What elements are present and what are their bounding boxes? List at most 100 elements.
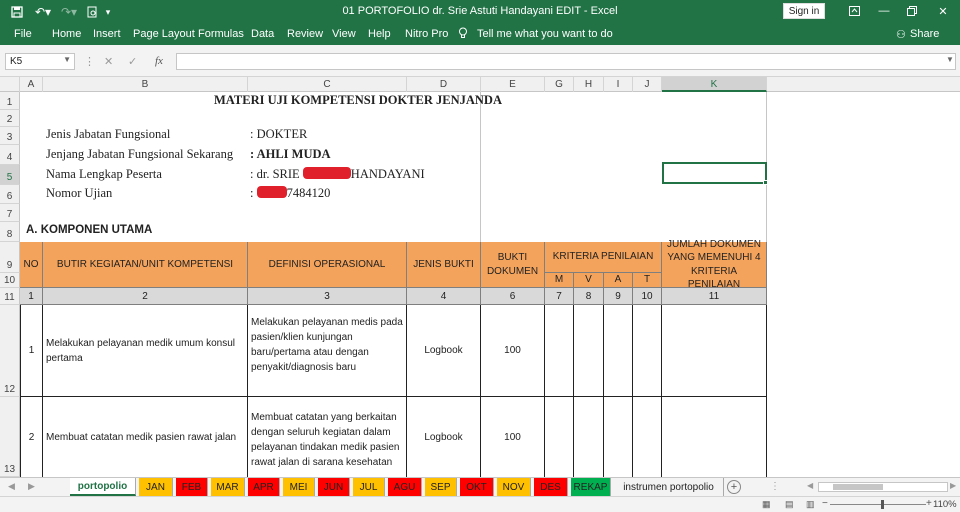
sheet-tab-instrumen-portopolio[interactable]: instrumen portopolio [614, 478, 724, 496]
row-header-2[interactable]: 2 [0, 110, 20, 127]
minimize-icon[interactable]: — [873, 3, 895, 19]
zoom-out-icon[interactable]: − [822, 498, 828, 509]
zoom-in-icon[interactable]: + [926, 498, 932, 509]
column-header-g[interactable]: G [545, 77, 574, 92]
column-header-i[interactable]: I [604, 77, 633, 92]
zoom-slider-knob[interactable] [881, 500, 884, 509]
page-break-view-icon[interactable]: ▥ [806, 499, 815, 510]
tab-review[interactable]: Review [287, 28, 323, 40]
sheet-tab-mei[interactable]: MEI [283, 478, 315, 496]
row2-t[interactable] [633, 397, 662, 477]
sheet-tab-nov[interactable]: NOV [497, 478, 531, 496]
zoom-slider[interactable] [830, 504, 926, 505]
row-header-8[interactable]: 8 [0, 222, 20, 242]
save-icon[interactable] [8, 3, 26, 21]
active-cell-k5[interactable] [662, 162, 768, 185]
row2-no[interactable]: 2 [20, 397, 43, 477]
row1-a[interactable] [604, 305, 633, 397]
row1-no[interactable]: 1 [20, 305, 43, 397]
row1-bukti[interactable]: 100 [481, 305, 545, 397]
redo-icon[interactable]: ↷▾ [58, 3, 80, 21]
row1-m[interactable] [545, 305, 574, 397]
tab-insert[interactable]: Insert [93, 28, 121, 40]
enter-icon[interactable]: ✓ [128, 55, 137, 68]
row-header-5[interactable]: 5 [0, 165, 20, 185]
row-header-10[interactable]: 10 [0, 273, 20, 288]
tab-file[interactable]: File [14, 28, 32, 40]
sheet-tab-jan[interactable]: JAN [139, 478, 173, 496]
horizontal-scrollbar[interactable] [818, 482, 948, 492]
name-box[interactable]: K5 ▼ [5, 53, 75, 70]
select-all-corner[interactable] [0, 77, 20, 92]
close-icon[interactable]: ✕ [932, 3, 954, 19]
formula-input[interactable] [176, 53, 956, 70]
column-header-a[interactable]: A [20, 77, 43, 92]
tab-view[interactable]: View [332, 28, 356, 40]
column-header-b[interactable]: B [43, 77, 248, 92]
row1-jumlah[interactable] [662, 305, 767, 397]
row1-v[interactable] [574, 305, 604, 397]
sheet-tab-portopolio[interactable]: portopolio [70, 478, 136, 496]
scroll-left-icon[interactable]: ◀ [807, 481, 813, 490]
row-header-11[interactable]: 11 [0, 288, 20, 305]
print-preview-icon[interactable] [84, 3, 100, 21]
column-header-j[interactable]: J [633, 77, 662, 92]
row1-butir[interactable]: Melakukan pelayanan medik umum konsul pe… [43, 305, 248, 397]
row-header-4[interactable]: 4 [0, 145, 20, 165]
sheet-tab-jul[interactable]: JUL [353, 478, 385, 496]
add-sheet-icon[interactable]: + [727, 480, 741, 494]
sheet-tab-apr[interactable]: APR [248, 478, 280, 496]
sheet-tab-okt[interactable]: OKT [460, 478, 494, 496]
row2-butir[interactable]: Membuat catatan medik pasien rawat jalan [43, 397, 248, 477]
customize-quick-access-icon[interactable]: ▾ [103, 3, 113, 21]
previous-sheet-icon[interactable]: ◀ [8, 481, 15, 492]
column-header-e[interactable]: E [481, 77, 545, 92]
page-layout-view-icon[interactable]: ▤ [785, 499, 794, 510]
column-header-d[interactable]: D [407, 77, 481, 92]
insert-function-icon[interactable]: fx [155, 55, 163, 67]
undo-icon[interactable]: ↶▾ [32, 3, 54, 21]
scroll-right-icon[interactable]: ▶ [950, 481, 956, 490]
sign-in-button[interactable]: Sign in [783, 3, 825, 19]
chevron-down-icon[interactable]: ▼ [63, 55, 71, 64]
row2-v[interactable] [574, 397, 604, 477]
tell-me-search[interactable]: Tell me what you want to do [477, 28, 613, 40]
row2-m[interactable] [545, 397, 574, 477]
sheet-tab-agu[interactable]: AGU [388, 478, 422, 496]
zoom-level[interactable]: 110% [933, 499, 957, 510]
next-sheet-icon[interactable]: ▶ [28, 481, 35, 492]
row1-t[interactable] [633, 305, 662, 397]
row-header-3[interactable]: 3 [0, 127, 20, 145]
expand-formula-bar-icon[interactable]: ▼ [946, 55, 954, 64]
sheet-tab-jun[interactable]: JUN [318, 478, 350, 496]
cancel-icon[interactable]: ✕ [104, 55, 113, 68]
tab-page-layout[interactable]: Page Layout [133, 28, 195, 40]
row2-jenis[interactable]: Logbook [407, 397, 481, 477]
share-button[interactable]: Share [910, 28, 939, 40]
row2-jumlah[interactable] [662, 397, 767, 477]
row-header-9[interactable]: 9 [0, 242, 20, 273]
sheet-tab-des[interactable]: DES [534, 478, 568, 496]
row-header-7[interactable]: 7 [0, 204, 20, 222]
tab-data[interactable]: Data [251, 28, 274, 40]
normal-view-icon[interactable]: ▦ [762, 499, 771, 510]
column-header-c[interactable]: C [248, 77, 407, 92]
row1-jenis[interactable]: Logbook [407, 305, 481, 397]
tab-home[interactable]: Home [52, 28, 81, 40]
tab-formulas[interactable]: Formulas [198, 28, 244, 40]
sheet-tab-sep[interactable]: SEP [425, 478, 457, 496]
tab-help[interactable]: Help [368, 28, 391, 40]
restore-icon[interactable] [901, 3, 923, 19]
sheet-tab-feb[interactable]: FEB [176, 478, 208, 496]
tab-split-handle-icon[interactable]: ⋮ [770, 481, 780, 492]
row2-definisi[interactable]: Membuat catatan yang berkaitan dengan se… [248, 397, 407, 477]
row1-definisi[interactable]: Melakukan pelayanan medis pada pasien/kl… [248, 305, 407, 397]
spreadsheet-grid[interactable]: A B C D E G H I J K 1 2 3 4 5 6 7 8 9 10… [0, 77, 960, 477]
sheet-tab-rekap[interactable]: REKAP [571, 478, 611, 496]
sheet-tab-mar[interactable]: MAR [211, 478, 245, 496]
ribbon-display-options-icon[interactable] [843, 3, 865, 19]
column-header-h[interactable]: H [574, 77, 604, 92]
tab-nitro-pro[interactable]: Nitro Pro [405, 28, 448, 40]
row2-a[interactable] [604, 397, 633, 477]
row-header-12[interactable]: 12 [0, 305, 20, 397]
